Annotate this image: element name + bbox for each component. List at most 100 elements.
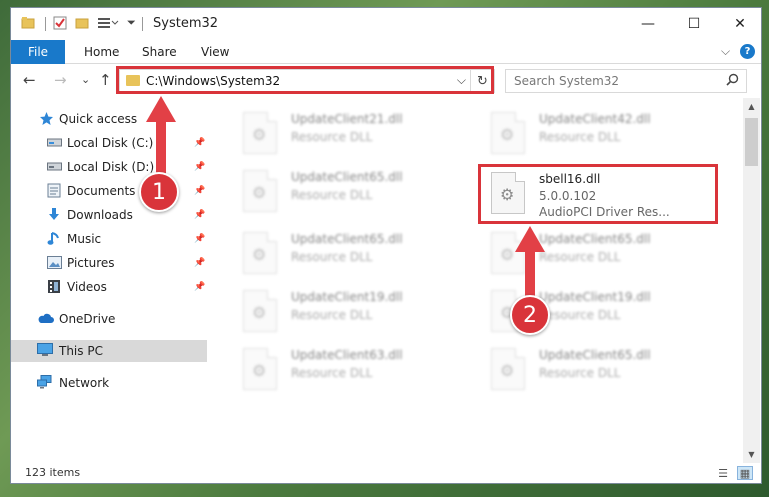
- navigation-pane: Quick access Local Disk (C:) 📌 Local Dis…: [11, 98, 209, 463]
- item-count: 123 items: [25, 466, 81, 479]
- pin-icon: 📌: [194, 210, 206, 220]
- file-name: UpdateClient19.dll: [291, 290, 403, 304]
- sidebar-item-downloads[interactable]: Downloads 📌: [11, 204, 207, 226]
- ribbon-tabs: File Home Share View ⌵ ?: [11, 40, 761, 64]
- file-name: UpdateClient21.dll: [291, 112, 403, 126]
- file-item[interactable]: ⚙ UpdateClient21.dll Resource DLL: [219, 108, 449, 160]
- file-item[interactable]: ⚙ UpdateClient19.dll Resource DLL: [219, 286, 449, 338]
- gear-icon: ⚙: [252, 361, 267, 380]
- file-type: Resource DLL: [539, 308, 621, 322]
- maximize-button[interactable]: ☐: [671, 8, 717, 40]
- gear-icon: ⚙: [252, 183, 267, 202]
- sidebar-item-label: OneDrive: [59, 312, 116, 326]
- sidebar-item-onedrive[interactable]: OneDrive: [11, 308, 207, 330]
- file-type: Resource DLL: [539, 366, 621, 380]
- window-title: System32: [153, 16, 219, 31]
- customize-toolbar-icon[interactable]: [97, 16, 119, 34]
- music-icon: [47, 231, 62, 245]
- gear-icon: ⚙: [500, 361, 515, 380]
- tab-file[interactable]: File: [11, 40, 65, 64]
- sidebar-item-label: Documents: [67, 184, 136, 198]
- file-item[interactable]: ⚙ UpdateClient65.dll Resource DLL: [219, 166, 449, 218]
- pin-icon: 📌: [194, 282, 206, 292]
- pin-icon: 📌: [194, 186, 206, 196]
- sidebar-item-label: Videos: [67, 280, 107, 294]
- computer-icon: [37, 343, 53, 356]
- properties-icon[interactable]: [53, 16, 67, 34]
- dll-file-icon: ⚙: [491, 348, 525, 390]
- back-button[interactable]: ←: [23, 71, 36, 89]
- tab-view[interactable]: View: [201, 45, 229, 59]
- gear-icon: ⚙: [252, 125, 267, 144]
- tab-home[interactable]: Home: [84, 45, 119, 59]
- file-item[interactable]: ⚙ UpdateClient19.dll Resource DLL: [467, 286, 697, 338]
- search-input[interactable]: Search System32: [505, 69, 747, 93]
- new-folder-icon[interactable]: [75, 16, 89, 34]
- sidebar-item-label: Downloads: [67, 208, 133, 222]
- sidebar-item-quick-access[interactable]: Quick access: [11, 108, 207, 130]
- folder-icon[interactable]: [21, 16, 35, 34]
- drive-icon: [47, 137, 62, 150]
- star-icon: [39, 111, 54, 125]
- recent-locations-button[interactable]: ⌄: [81, 73, 90, 86]
- scroll-down-icon[interactable]: ▼: [743, 446, 760, 463]
- drive-icon: [47, 161, 62, 174]
- dll-file-icon: ⚙: [243, 170, 277, 212]
- close-button[interactable]: ✕: [717, 8, 761, 40]
- sidebar-item-label: This PC: [59, 344, 103, 358]
- sidebar-item-music[interactable]: Music 📌: [11, 228, 207, 250]
- file-item[interactable]: ⚙ UpdateClient65.dll Resource DLL: [467, 228, 697, 280]
- vertical-scrollbar[interactable]: ▲ ▼: [743, 98, 760, 463]
- file-name: UpdateClient65.dll: [539, 232, 651, 246]
- dll-file-icon: ⚙: [243, 112, 277, 154]
- file-item[interactable]: ⚙ UpdateClient65.dll Resource DLL: [219, 228, 449, 280]
- large-icons-view-icon[interactable]: ▦: [737, 466, 753, 480]
- file-type: Resource DLL: [291, 250, 373, 264]
- pin-icon: 📌: [194, 162, 206, 172]
- minimize-button[interactable]: —: [625, 8, 671, 40]
- sidebar-item-pictures[interactable]: Pictures 📌: [11, 252, 207, 274]
- pin-icon: 📌: [194, 258, 206, 268]
- file-item[interactable]: ⚙ UpdateClient42.dll Resource DLL: [467, 108, 697, 160]
- file-item[interactable]: ⚙ UpdateClient65.dll Resource DLL: [467, 344, 697, 396]
- sidebar-item-network[interactable]: Network: [11, 372, 207, 394]
- file-item[interactable]: ⚙ UpdateClient63.dll Resource DLL: [219, 344, 449, 396]
- gear-icon: ⚙: [252, 245, 267, 264]
- sidebar-item-local-disk-c[interactable]: Local Disk (C:) 📌: [11, 132, 207, 154]
- file-type: Resource DLL: [539, 250, 621, 264]
- gear-icon: ⚙: [500, 125, 515, 144]
- file-highlight: [478, 164, 718, 224]
- pin-icon: 📌: [194, 138, 206, 148]
- tab-share[interactable]: Share: [142, 45, 177, 59]
- file-name: UpdateClient65.dll: [291, 170, 403, 184]
- cloud-icon: [37, 313, 54, 326]
- file-name: UpdateClient65.dll: [539, 348, 651, 362]
- forward-button[interactable]: →: [54, 71, 67, 89]
- toolbar-separator: [45, 17, 46, 31]
- scrollbar-thumb[interactable]: [745, 118, 758, 166]
- title-separator: [142, 17, 143, 31]
- sidebar-item-label: Local Disk (C:): [67, 136, 154, 150]
- file-type: Resource DLL: [291, 366, 373, 380]
- quick-access-dropdown-icon[interactable]: ⏷: [127, 16, 136, 30]
- scroll-up-icon[interactable]: ▲: [743, 98, 760, 115]
- arrow-2-head: [515, 226, 545, 252]
- help-icon[interactable]: ?: [740, 44, 755, 59]
- search-placeholder: Search System32: [514, 74, 620, 88]
- sidebar-item-label: Pictures: [67, 256, 115, 270]
- sidebar-item-this-pc[interactable]: This PC: [11, 340, 207, 362]
- up-button[interactable]: ↑: [99, 71, 112, 89]
- address-bar-highlight: [116, 66, 494, 94]
- details-view-icon[interactable]: ☰: [715, 466, 731, 480]
- sidebar-item-videos[interactable]: Videos 📌: [11, 276, 207, 298]
- file-name: UpdateClient42.dll: [539, 112, 651, 126]
- sidebar-item-label: Network: [59, 376, 110, 390]
- gear-icon: ⚙: [252, 303, 267, 322]
- sidebar-item-local-disk-d[interactable]: Local Disk (D:) 📌: [11, 156, 207, 178]
- file-name: UpdateClient19.dll: [539, 290, 651, 304]
- arrow-1-head: [146, 96, 176, 122]
- videos-icon: [47, 279, 62, 293]
- network-icon: [37, 375, 52, 389]
- pictures-icon: [47, 256, 62, 269]
- expand-ribbon-icon[interactable]: ⌵: [721, 44, 730, 59]
